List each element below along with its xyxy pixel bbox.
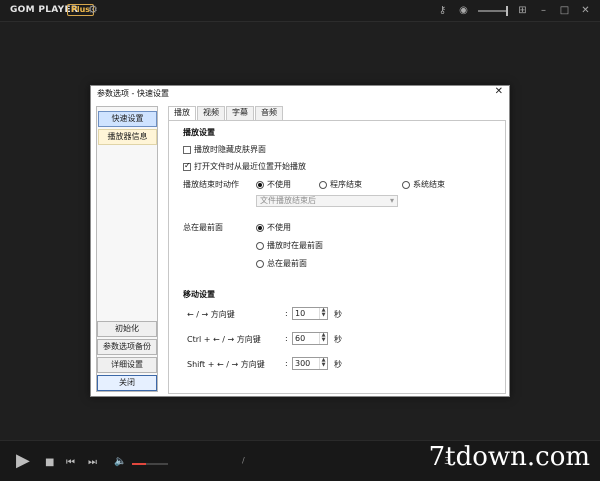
ctrl-seconds-input[interactable]: 60 ▲ ▼ (292, 332, 328, 345)
ontop-radio-while-playing-label: 播放时在最前面 (267, 241, 323, 250)
dialog-close-icon[interactable]: ✕ (495, 86, 503, 98)
close-icon[interactable]: ✕ (579, 4, 592, 18)
tab-subtitles[interactable]: 字幕 (226, 106, 254, 120)
end-radio-none-dot[interactable] (256, 180, 264, 189)
watermark: 7tdown.com (428, 442, 590, 472)
end-action-dropdown-value: 文件播放结束后 (260, 196, 316, 205)
pin-icon[interactable]: ⊞ (516, 4, 529, 18)
minimize-icon[interactable]: – (537, 4, 550, 18)
play-icon[interactable]: ▶ (16, 452, 30, 470)
resume-checkbox[interactable]: 打开文件时从最近位置开始播放 (183, 161, 306, 172)
left-panel: 快速设置 播放器信息 初始化 参数选项备份 详细设置 关闭 (96, 106, 158, 392)
hide-skin-label: 播放时隐藏皮肤界面 (194, 145, 266, 154)
ontop-label: 总在最前面 (183, 223, 223, 232)
tab-video[interactable]: 视频 (197, 106, 225, 120)
title-bar: GOM PLAYER Plus ⚙ ⚷ ◉ ⊞ – □ ✕ (0, 0, 600, 22)
tab-content: 播放设置 播放时隐藏皮肤界面 打开文件时从最近位置开始播放 播放结束时动作 不使… (168, 120, 506, 394)
move-row-shift: Shift + ← / → 方向键 (187, 359, 265, 370)
ctrl-seconds-value: 60 (295, 334, 306, 343)
stop-icon[interactable]: ■ (45, 455, 54, 471)
spin-arrows-icon[interactable]: ▲ ▼ (319, 308, 327, 319)
ontop-radio-none-dot[interactable] (256, 223, 264, 232)
arrows-seconds-input[interactable]: 10 ▲ ▼ (292, 307, 328, 320)
ontop-radio-always-dot[interactable] (256, 259, 264, 268)
end-action-label: 播放结束时动作 (183, 180, 239, 189)
ontop-radio-while-playing[interactable]: 播放时在最前面 (256, 240, 323, 251)
dialog-title: 参数选项 - 快速设置 (97, 89, 169, 98)
end-radio-exit-program-label: 程序结束 (330, 180, 362, 189)
tab-audio[interactable]: 音频 (255, 106, 283, 120)
nav-item-player-info[interactable]: 播放器信息 (98, 129, 157, 145)
advanced-settings-button[interactable]: 详细设置 (97, 357, 157, 373)
reset-button[interactable]: 初始化 (97, 321, 157, 337)
hide-skin-box[interactable] (183, 145, 191, 154)
shift-seconds-input[interactable]: 300 ▲ ▼ (292, 357, 328, 370)
unit-label: 秒 (334, 335, 342, 344)
preferences-dialog: 参数选项 - 快速设置 ✕ 快速设置 播放器信息 初始化 参数选项备份 详细设置… (90, 85, 510, 397)
left-buttons: 初始化 参数选项备份 详细设置 关闭 (97, 319, 157, 391)
colon: : (285, 334, 288, 343)
broadcast-icon[interactable]: ◉ (457, 4, 470, 18)
arrows-seconds-value: 10 (295, 309, 306, 318)
move-section-title: 移动设置 (183, 290, 215, 299)
close-button[interactable]: 关闭 (97, 375, 157, 391)
time-separator: / (242, 456, 245, 465)
unit-label: 秒 (334, 360, 342, 369)
end-action-dropdown[interactable]: 文件播放结束后 ▾ (256, 195, 398, 207)
key-icon[interactable]: ⚷ (436, 4, 449, 18)
move-row-arrows-key: ← / → 方向键 (187, 310, 235, 319)
backup-button[interactable]: 参数选项备份 (97, 339, 157, 355)
move-row-shift-key: Shift + ← / → 方向键 (187, 360, 265, 369)
gear-icon[interactable]: ⚙ (88, 4, 98, 16)
move-row-ctrl: Ctrl + ← / → 方向键 (187, 334, 261, 345)
hide-skin-checkbox[interactable]: 播放时隐藏皮肤界面 (183, 144, 266, 155)
unit-label: 秒 (334, 310, 342, 319)
colon: : (285, 359, 288, 368)
end-radio-shutdown[interactable]: 系统结束 (402, 179, 445, 190)
tab-playback[interactable]: 播放 (168, 106, 196, 121)
end-radio-shutdown-label: 系统结束 (413, 180, 445, 189)
window-controls: ⚷ ◉ ⊞ – □ ✕ (436, 3, 592, 18)
end-radio-shutdown-dot[interactable] (402, 180, 410, 189)
ontop-radio-none-label: 不使用 (267, 223, 291, 232)
end-radio-none[interactable]: 不使用 (256, 179, 291, 190)
shift-seconds-value: 300 (295, 359, 311, 368)
colon: : (285, 309, 288, 318)
end-radio-exit-program[interactable]: 程序结束 (319, 179, 362, 190)
spin-arrows-icon[interactable]: ▲ ▼ (319, 358, 327, 369)
resume-label: 打开文件时从最近位置开始播放 (194, 162, 306, 171)
chevron-down-icon: ▾ (389, 196, 394, 205)
left-nav-list: 快速设置 播放器信息 (98, 109, 157, 146)
move-row-ctrl-key: Ctrl + ← / → 方向键 (187, 335, 261, 344)
speaker-icon[interactable]: 🔈 (114, 454, 126, 470)
end-radio-none-label: 不使用 (267, 180, 291, 189)
spin-arrows-icon[interactable]: ▲ ▼ (319, 333, 327, 344)
ontop-radio-none[interactable]: 不使用 (256, 222, 291, 233)
ontop-radio-always[interactable]: 总在最前面 (256, 258, 307, 269)
move-row-arrows: ← / → 方向键 (187, 309, 235, 320)
end-radio-exit-program-dot[interactable] (319, 180, 327, 189)
top-volume-slider[interactable] (478, 5, 508, 16)
ontop-radio-while-playing-dot[interactable] (256, 241, 264, 250)
ontop-radio-always-label: 总在最前面 (267, 259, 307, 268)
nav-item-quick-settings[interactable]: 快速设置 (98, 111, 157, 127)
playback-section-title: 播放设置 (183, 128, 215, 137)
maximize-icon[interactable]: □ (558, 4, 571, 18)
resume-box[interactable] (183, 161, 191, 171)
previous-icon[interactable]: ⏮ (66, 455, 75, 471)
volume-level (132, 463, 146, 465)
top-volume-knob[interactable] (506, 5, 508, 16)
tab-bar: 播放 视频 字幕 音频 (168, 106, 284, 121)
next-icon[interactable]: ⏭ (88, 455, 97, 471)
